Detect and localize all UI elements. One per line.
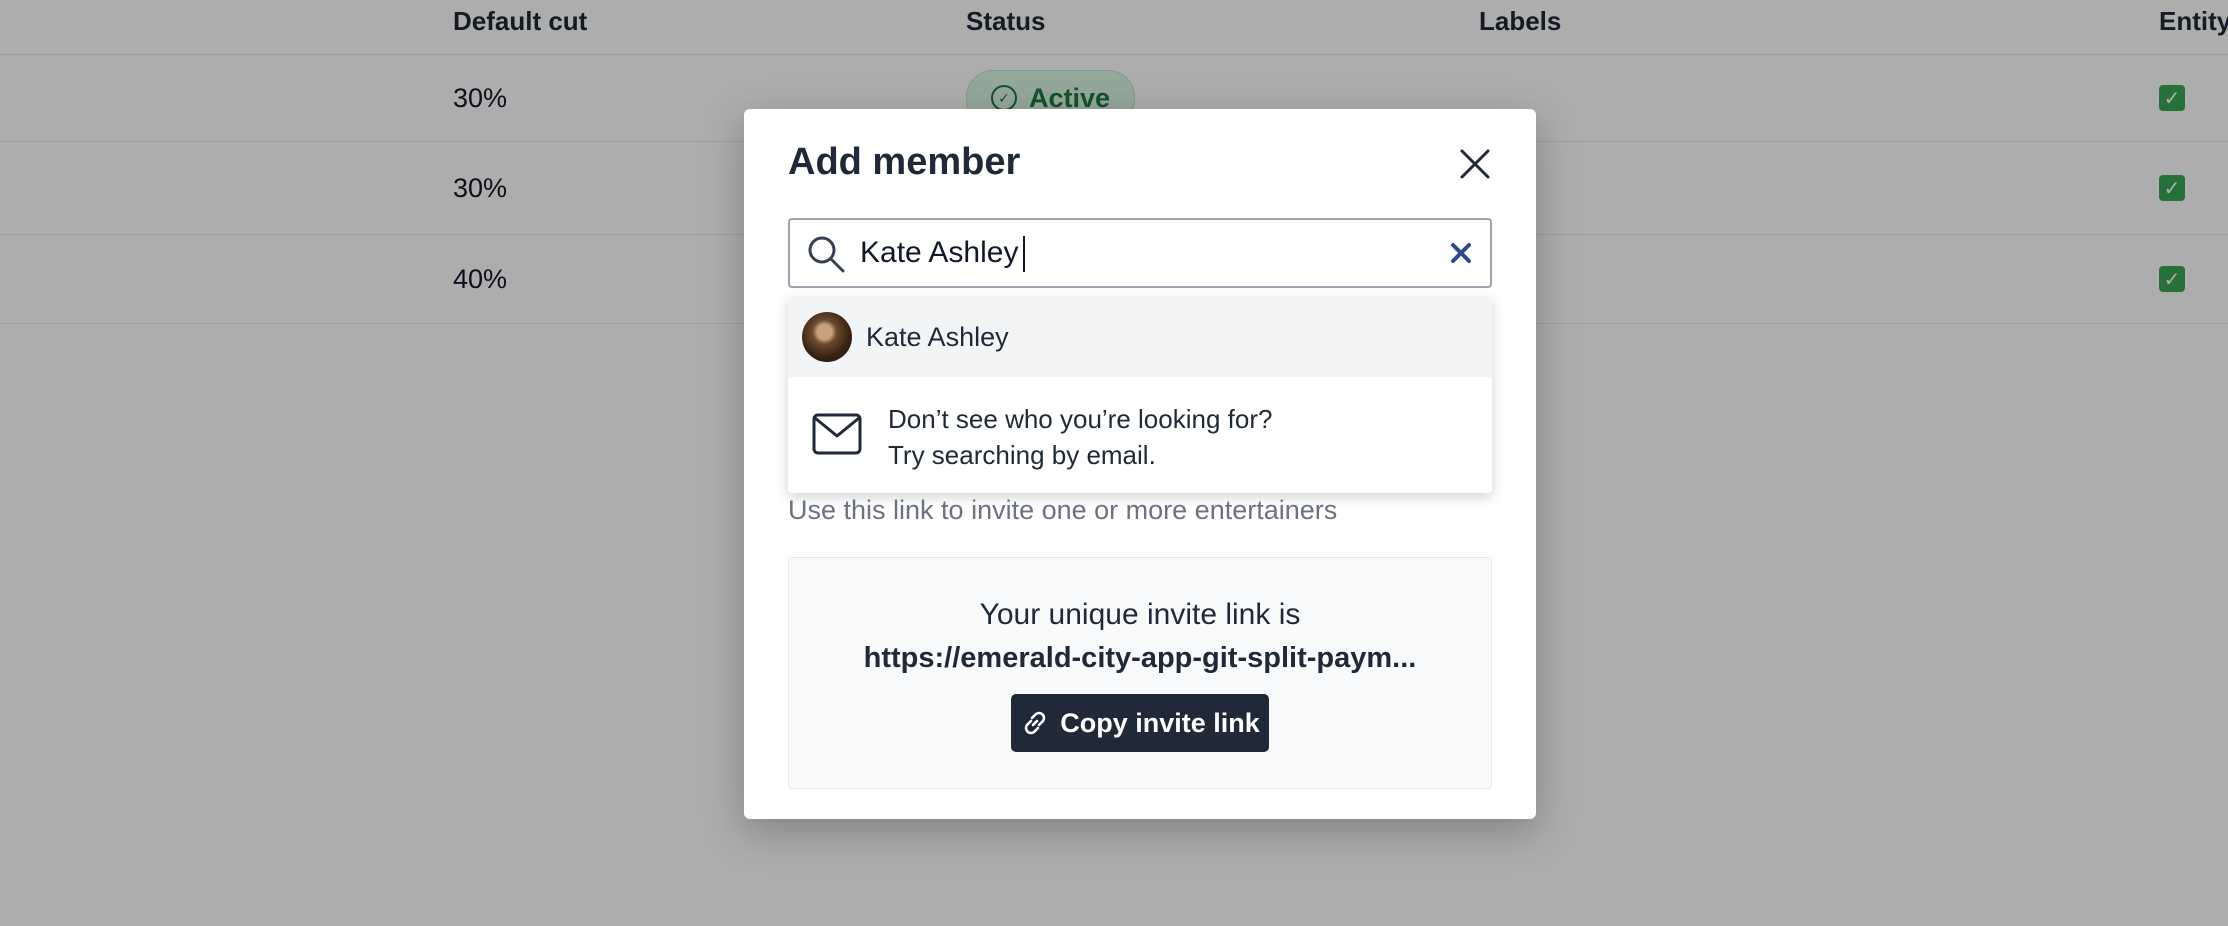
- invite-link-label: Your unique invite link is: [979, 598, 1301, 631]
- copy-invite-link-label: Copy invite link: [1060, 707, 1260, 738]
- invite-link-panel: Your unique invite link is https://emera…: [788, 557, 1492, 789]
- hint-line-2: Try searching by email.: [888, 440, 1156, 470]
- search-by-email-hint: Don’t see who you’re looking for? Try se…: [788, 377, 1492, 493]
- hint-text: Don’t see who you’re looking for? Try se…: [888, 401, 1272, 473]
- close-button[interactable]: [1458, 147, 1492, 181]
- member-search-field[interactable]: [788, 218, 1492, 288]
- search-result-name: Kate Ashley: [866, 321, 1009, 352]
- search-result-option[interactable]: Kate Ashley: [788, 297, 1492, 377]
- copy-invite-link-button[interactable]: Copy invite link: [1011, 694, 1269, 752]
- mail-icon: [812, 413, 862, 455]
- close-icon: [1460, 149, 1490, 179]
- search-input[interactable]: [860, 230, 1420, 276]
- clear-icon[interactable]: [1448, 240, 1474, 266]
- link-icon: [1024, 711, 1046, 735]
- text-caret: [1023, 236, 1025, 272]
- invite-link-url: https://emerald-city-app-git-split-paym.…: [863, 642, 1417, 674]
- add-member-dialog: Add member Kate Ashley Do: [744, 109, 1536, 819]
- dialog-title: Add member: [788, 141, 1021, 183]
- avatar: [802, 312, 852, 362]
- hint-line-1: Don’t see who you’re looking for?: [888, 404, 1273, 434]
- search-icon: [808, 236, 845, 273]
- search-results-dropdown: Kate Ashley Don’t see who you’re looking…: [788, 297, 1492, 493]
- invite-subtitle: Use this link to invite one or more ente…: [788, 495, 1338, 525]
